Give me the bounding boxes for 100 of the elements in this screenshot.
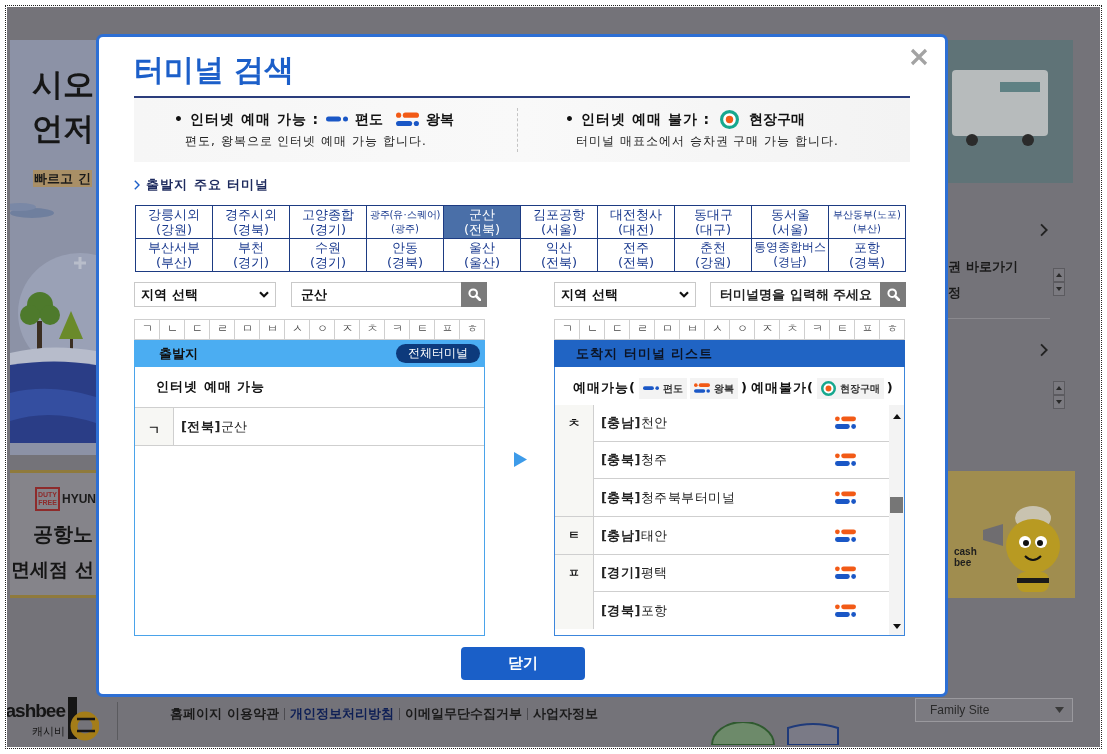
terminal-button[interactable]: 춘천 (강원) bbox=[675, 239, 752, 272]
consonant-tab[interactable]: ㅌ bbox=[410, 320, 435, 340]
panel-title: 출발지 bbox=[159, 344, 198, 363]
search-button[interactable] bbox=[880, 282, 906, 307]
terminal-list-item[interactable]: [경기]평택 bbox=[594, 555, 889, 592]
dash-dot-icon bbox=[326, 116, 349, 122]
legend-label: 왕복 bbox=[713, 381, 734, 396]
consonant-tab[interactable]: ㅅ bbox=[705, 320, 730, 340]
menu-link[interactable]: 권 바로가기 bbox=[948, 260, 1018, 274]
double-dash-dot-icon bbox=[835, 416, 856, 430]
consonant-tab[interactable]: ㄷ bbox=[605, 320, 630, 340]
brand-text: HYUN bbox=[62, 491, 96, 508]
terminal-button[interactable]: 울산 (울산) bbox=[444, 239, 521, 272]
logo-text: ashbee bbox=[7, 701, 65, 721]
consonant-tab[interactable]: ㅁ bbox=[235, 320, 260, 340]
consonant-tab[interactable]: ㅍ bbox=[435, 320, 460, 340]
arrow-right-icon bbox=[514, 452, 527, 467]
consonant-tab[interactable]: ㅈ bbox=[335, 320, 360, 340]
footer-link[interactable]: 사업자정보 bbox=[532, 706, 598, 721]
section-label: 인터넷 예매 가능 bbox=[156, 378, 266, 397]
scrollbar-thumb[interactable] bbox=[890, 497, 903, 513]
consonant-tab[interactable]: ㅅ bbox=[285, 320, 310, 340]
footer-link[interactable]: 홈페이지 이용약관 bbox=[170, 706, 279, 721]
consonant-tab[interactable]: ㄴ bbox=[580, 320, 605, 340]
terminal-button[interactable]: 부산동부(노포) (부산) bbox=[829, 206, 906, 239]
caret-down-icon[interactable] bbox=[1053, 395, 1065, 409]
consonant-tab[interactable]: ㅈ bbox=[755, 320, 780, 340]
terminal-button[interactable]: 광주(유·스퀘어) (광주) bbox=[367, 206, 444, 239]
logo-caption: 캐시비 bbox=[32, 725, 65, 739]
consonant-tab[interactable]: ㄹ bbox=[630, 320, 655, 340]
close-dialog-button[interactable]: 닫기 bbox=[460, 647, 585, 680]
ad-logo-text: cash bbox=[954, 546, 977, 557]
consonant-tab[interactable]: ㅎ bbox=[880, 320, 905, 340]
scroll-down-icon[interactable] bbox=[892, 624, 901, 629]
terminal-button[interactable]: 통영종합버스 (경남) bbox=[752, 239, 829, 272]
consonant-tab[interactable]: ㅍ bbox=[855, 320, 880, 340]
terminal-list-item[interactable]: [충북]청주북부터미널 bbox=[594, 479, 889, 516]
double-dash-dot-icon bbox=[835, 528, 856, 543]
region-select[interactable]: 지역 선택 bbox=[554, 282, 696, 307]
legend-heading: • 인터넷 예매 불가 : bbox=[565, 109, 711, 129]
dash-dot-icon bbox=[642, 385, 659, 391]
search-field[interactable]: 군산 bbox=[291, 282, 461, 307]
scroll-up-icon[interactable] bbox=[892, 414, 901, 419]
consonant-tab[interactable]: ㅁ bbox=[655, 320, 680, 340]
terminal-button[interactable]: 안동 (경북) bbox=[367, 239, 444, 272]
terminal-button[interactable]: 전주 (전북) bbox=[598, 239, 675, 272]
terminal-button[interactable]: 동서울 (서울) bbox=[752, 206, 829, 239]
consonant-tab[interactable]: ㅊ bbox=[360, 320, 385, 340]
search-field[interactable]: 터미널명을 입력해 주세요 bbox=[710, 282, 880, 307]
consonant-tab[interactable]: ㅇ bbox=[310, 320, 335, 340]
terminal-button[interactable]: 부천 (경기) bbox=[213, 239, 290, 272]
search-icon bbox=[467, 288, 481, 301]
terminal-button[interactable]: 익산 (전북) bbox=[521, 239, 598, 272]
consonant-tab[interactable]: ㅋ bbox=[385, 320, 410, 340]
search-button[interactable] bbox=[461, 282, 487, 307]
menu-link[interactable]: 정 bbox=[948, 286, 961, 300]
terminal-button[interactable]: 부산서부 (부산) bbox=[136, 239, 213, 272]
consonant-tab[interactable]: ㄷ bbox=[185, 320, 210, 340]
banner-headline: 시오 bbox=[32, 65, 95, 104]
double-dash-dot-icon bbox=[835, 490, 856, 505]
terminal-button[interactable]: 김포공항 (서울) bbox=[521, 206, 598, 239]
footer-link[interactable]: 이메일무단수집거부 bbox=[404, 706, 522, 721]
terminal-button[interactable]: 고양종합 (경기) bbox=[290, 206, 367, 239]
terminal-button[interactable]: 동대구 (대구) bbox=[675, 206, 752, 239]
consonant-tab[interactable]: ㅇ bbox=[730, 320, 755, 340]
close-icon bbox=[910, 48, 928, 66]
terminal-button[interactable]: 경주시외 (경북) bbox=[213, 206, 290, 239]
consonant-tab[interactable]: ㅊ bbox=[780, 320, 805, 340]
legend-text: 예매불가( bbox=[750, 379, 814, 398]
caret-down-icon[interactable] bbox=[1053, 282, 1065, 296]
terminal-list-item[interactable]: [전북]군산 bbox=[174, 408, 484, 445]
consonant-tab[interactable]: ㅌ bbox=[830, 320, 855, 340]
consonant-tab[interactable]: ㅋ bbox=[805, 320, 830, 340]
terminal-button[interactable]: 대전청사 (대전) bbox=[598, 206, 675, 239]
consonant-tab[interactable]: ㄱ bbox=[555, 320, 580, 340]
terminal-button[interactable]: 강릉시외 (강원) bbox=[136, 206, 213, 239]
legend-text: ) bbox=[740, 379, 748, 398]
region-select[interactable]: 지역 선택 bbox=[134, 282, 276, 307]
consonant-tab[interactable]: ㅂ bbox=[260, 320, 285, 340]
legend-label: 왕복 bbox=[426, 109, 455, 129]
close-button[interactable] bbox=[910, 48, 928, 66]
consonant-tab[interactable]: ㄱ bbox=[135, 320, 160, 340]
terminal-button[interactable]: 포항 (경북) bbox=[829, 239, 906, 272]
chevron-down-icon bbox=[259, 291, 269, 298]
terminal-list-item[interactable]: [경북]포항 bbox=[594, 592, 889, 629]
caret-up-icon[interactable] bbox=[1053, 268, 1065, 282]
caret-up-icon[interactable] bbox=[1053, 381, 1065, 395]
all-terminals-button[interactable]: 전체터미널 bbox=[396, 344, 480, 363]
consonant-tab[interactable]: ㄴ bbox=[160, 320, 185, 340]
terminal-list-item[interactable]: [충남]태안 bbox=[594, 517, 889, 554]
terminal-list-item[interactable]: [충남]천안 bbox=[594, 405, 889, 442]
terminal-button[interactable]: 수원 (경기) bbox=[290, 239, 367, 272]
legend-note: 터미널 매표소에서 승차권 구매 가능 합니다. bbox=[575, 133, 840, 150]
consonant-tab[interactable]: ㅎ bbox=[460, 320, 485, 340]
terminal-button[interactable]: 군산 (전북) bbox=[444, 206, 521, 239]
consonant-tab[interactable]: ㄹ bbox=[210, 320, 235, 340]
section-heading: 출발지 주요 터미널 bbox=[146, 178, 270, 192]
scrollbar[interactable] bbox=[889, 405, 904, 635]
consonant-tab[interactable]: ㅂ bbox=[680, 320, 705, 340]
terminal-list-item[interactable]: [충북]청주 bbox=[594, 442, 889, 479]
